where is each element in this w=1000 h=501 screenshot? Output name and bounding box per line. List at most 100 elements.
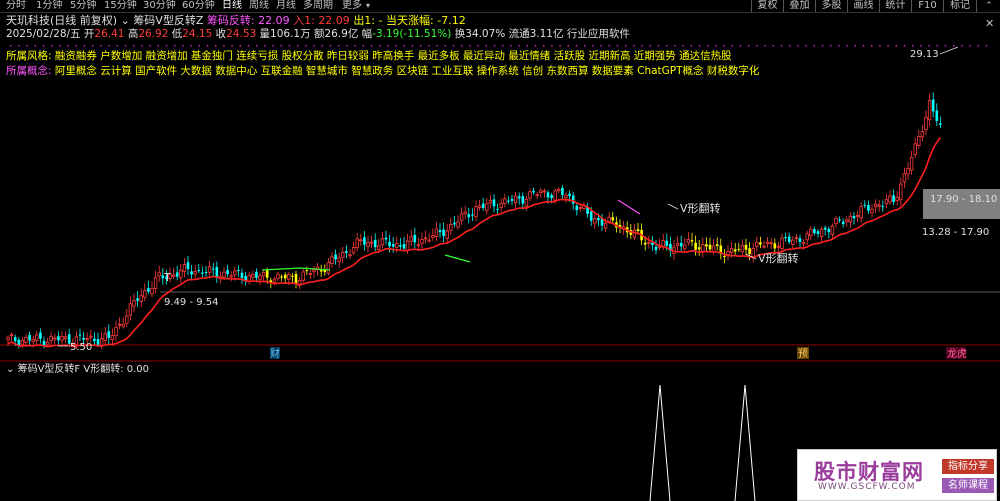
low-price-label: 5.50 [70,342,92,353]
candle-body [816,231,820,234]
candle-body [769,242,773,245]
gain-label: 当天涨幅: [386,14,434,27]
candle-body [6,336,10,341]
candle-body [561,187,564,196]
dot-marker [543,45,545,47]
event-marker-3[interactable]: 龙虎 [947,347,967,360]
dot-marker [772,45,774,47]
dot-marker [329,45,332,47]
tab-60min[interactable]: 60分钟 [182,0,215,12]
dot-marker [871,45,873,47]
amount-label: 额 [313,28,325,40]
dot-marker [231,45,233,47]
candle-body [701,244,705,252]
candle-body [798,238,802,243]
candle-body [647,241,651,244]
dot-marker [821,45,824,47]
lower-dropdown-icon[interactable]: ⌄ [6,364,14,375]
fuquan-button[interactable]: 复权 [751,0,783,12]
dot-marker [477,45,479,47]
dot-marker [789,45,791,47]
more-chevron-icon[interactable]: ▾ [366,0,370,12]
candle-body [272,278,277,283]
lower-indicator-label: V形翻转: [83,364,124,375]
dot-marker [411,45,414,47]
candle-body [481,203,485,208]
indicator-name[interactable]: 筹码V型反转Z [133,14,203,27]
candle-body [755,241,759,248]
dot-marker [592,45,594,47]
tab-weekly[interactable]: 周线 [249,0,269,12]
draw-line-button[interactable]: 画线 [847,0,879,12]
turnover-value: 34.07% [465,28,506,40]
tab-5min[interactable]: 5分钟 [70,0,96,12]
close-icon[interactable]: ✕ [985,17,994,30]
tab-multi-period[interactable]: 多周期 [303,0,333,12]
candle-body [859,206,863,219]
mark-button[interactable]: 标记 [943,0,976,12]
candle-body [751,248,755,258]
candle-body [568,193,571,196]
candle-body [535,194,539,197]
dot-marker [739,45,742,47]
candle-body [117,323,122,326]
stats-button[interactable]: 统计 [879,0,911,12]
f10-button[interactable]: F10 [911,0,943,12]
candle-body [53,337,57,340]
candle-body [107,331,111,338]
multi-stock-button[interactable]: 多股 [815,0,847,12]
tab-1min[interactable]: 1分钟 [36,0,62,12]
candle-body [708,244,712,250]
candle-body [733,249,737,252]
candle-body [261,271,266,277]
dot-marker [354,45,356,47]
candle-body [366,242,370,247]
candle-body [697,247,701,250]
candle-body [913,143,917,156]
dot-marker [149,45,151,47]
candle-body [121,324,125,328]
candle-body [748,248,751,255]
dot-marker [920,45,922,47]
low-label: 低 [171,28,183,40]
dot-marker [854,45,856,47]
candle-body [737,249,741,251]
dot-marker [780,45,783,47]
tab-30min[interactable]: 30分钟 [143,0,176,12]
dot-marker [600,45,602,47]
candle-body [510,199,514,201]
industry-label: 行业应用软件 [566,28,630,40]
dot-marker [912,45,914,47]
candle-body [801,241,806,244]
tab-fenshi[interactable]: 分时 [6,0,26,12]
candle-body [179,269,183,279]
dot-marker [641,45,643,47]
stock-header: 天玑科技(日线 前复权) ⌄ 筹码V型反转Z 筹码反转: 22.09 入1: 2… [6,14,466,27]
dot-marker [723,45,725,47]
dot-marker [715,45,717,47]
indicator-dropdown-icon[interactable]: ⌄ [121,14,130,27]
tab-monthly[interactable]: 月线 [276,0,296,12]
tab-daily[interactable]: 日线 [222,0,242,12]
candle-body [355,238,359,249]
candle-body [794,237,799,240]
overlay-button[interactable]: 叠加 [783,0,815,12]
event-marker-2[interactable]: 预 [798,348,808,360]
candle-body [78,334,82,336]
lower-indicator-name[interactable]: 筹码V型反转F [18,364,81,375]
candle-body [96,339,100,345]
event-marker-1[interactable]: 财 [270,347,280,360]
dot-marker [961,45,963,47]
candle-body [499,202,503,209]
expand-chevron-icon[interactable]: ⌃ [976,0,1000,12]
dot-marker [584,45,586,47]
candle-body [345,251,348,253]
candle-body [312,269,316,273]
candle-body [222,271,226,278]
candle-body [39,332,42,339]
t-marker: T [163,271,171,284]
tab-more[interactable]: 更多 [342,0,362,12]
tab-15min[interactable]: 15分钟 [104,0,137,12]
dot-marker [625,45,627,47]
candle-body [791,239,795,245]
